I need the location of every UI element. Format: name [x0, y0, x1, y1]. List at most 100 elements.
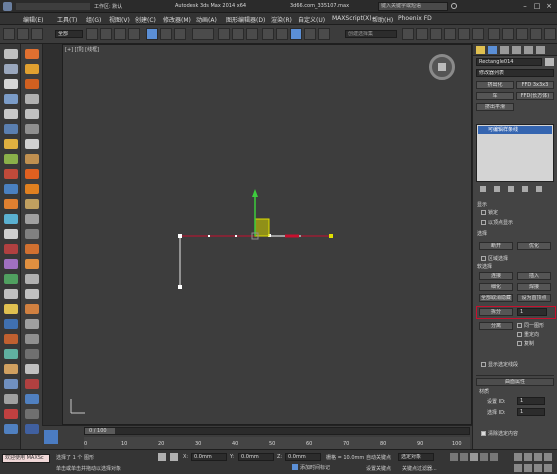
- spline-shape-svg[interactable]: [63, 45, 473, 426]
- tool-icon[interactable]: [25, 109, 39, 119]
- key-mode-dropdown[interactable]: 选定对象: [398, 453, 434, 461]
- rotate-icon[interactable]: [160, 28, 172, 40]
- redo-icon[interactable]: [17, 28, 29, 40]
- menu-item[interactable]: 编辑(E): [23, 15, 43, 24]
- rendered-frame-icon[interactable]: [516, 28, 528, 40]
- tool-icon[interactable]: [4, 154, 18, 164]
- tool-icon[interactable]: [25, 214, 39, 224]
- modifier-button[interactable]: FFD(长方体): [516, 92, 554, 100]
- tool-icon[interactable]: [4, 379, 18, 389]
- edit-button[interactable]: 设为首顶点: [517, 294, 551, 302]
- ref-coord-icon[interactable]: [192, 28, 214, 40]
- workspace-selector[interactable]: 工作区: 默认: [94, 3, 122, 10]
- menu-item[interactable]: 帮助(H): [372, 15, 393, 24]
- render-iterative-icon[interactable]: [544, 28, 556, 40]
- tool-icon[interactable]: [4, 229, 18, 239]
- selection-filter-dropdown[interactable]: 全部: [55, 30, 83, 38]
- tool-icon[interactable]: [25, 229, 39, 239]
- modifier-button[interactable]: 车: [476, 92, 514, 100]
- show-end-result-icon[interactable]: [494, 186, 500, 192]
- tool-icon[interactable]: [4, 244, 18, 254]
- utilities-tab-icon[interactable]: [536, 46, 545, 54]
- hierarchy-tab-icon[interactable]: [500, 46, 509, 54]
- menu-item[interactable]: 创建(C): [135, 15, 156, 24]
- edit-button[interactable]: 断开: [479, 242, 513, 250]
- modifier-button[interactable]: FFD 3x3x3: [516, 81, 554, 89]
- tool-icon[interactable]: [25, 259, 39, 269]
- edit-button[interactable]: 焊接: [517, 283, 551, 291]
- pan-icon[interactable]: [524, 464, 532, 472]
- tool-icon[interactable]: [25, 364, 39, 374]
- undo-icon[interactable]: [3, 28, 15, 40]
- tool-icon[interactable]: [4, 139, 18, 149]
- menu-item[interactable]: 渲染(R): [271, 15, 292, 24]
- scale-icon[interactable]: [174, 28, 186, 40]
- tool-icon[interactable]: [25, 169, 39, 179]
- surface-properties-rollout[interactable]: 曲面属性: [476, 378, 554, 386]
- checkbox[interactable]: [481, 362, 486, 367]
- window-crossing-icon[interactable]: [128, 28, 140, 40]
- edit-button[interactable]: 连接: [479, 272, 513, 280]
- tool-icon[interactable]: [25, 49, 39, 59]
- orbit-icon[interactable]: [534, 464, 542, 472]
- align-icon[interactable]: [416, 28, 428, 40]
- next-frame-icon[interactable]: [480, 453, 488, 461]
- track-bar[interactable]: 0 10 20 30 40 50 60 70 80 90 100: [84, 437, 470, 449]
- checkbox[interactable]: [481, 210, 486, 215]
- zoom-icon[interactable]: [514, 453, 522, 461]
- maxscript-listener[interactable]: 欢迎使用 MAXSc: [2, 454, 50, 463]
- checkbox[interactable]: [517, 341, 522, 346]
- move-icon[interactable]: [146, 28, 158, 40]
- snap-toggle-icon[interactable]: [262, 28, 274, 40]
- checkbox[interactable]: [481, 220, 486, 225]
- menu-item[interactable]: 自定义(U): [298, 15, 325, 24]
- spinner-snap-icon[interactable]: [304, 28, 316, 40]
- go-to-end-icon[interactable]: [490, 453, 498, 461]
- close-icon[interactable]: ×: [544, 2, 554, 10]
- tool-icon[interactable]: [4, 349, 18, 359]
- layer-manager-icon[interactable]: [430, 28, 442, 40]
- auto-key-button[interactable]: 自动关键点: [366, 454, 391, 461]
- menu-item[interactable]: 修改器(M): [163, 15, 191, 24]
- select-by-name-icon[interactable]: [100, 28, 112, 40]
- create-tab-icon[interactable]: [476, 46, 485, 54]
- render-icon[interactable]: [530, 28, 542, 40]
- percent-snap-icon[interactable]: [290, 28, 302, 40]
- tool-icon[interactable]: [25, 349, 39, 359]
- tool-icon[interactable]: [25, 79, 39, 89]
- tool-icon[interactable]: [25, 64, 39, 74]
- tool-icon[interactable]: [4, 424, 18, 434]
- previous-frame-icon[interactable]: [460, 453, 468, 461]
- tool-icon[interactable]: [25, 394, 39, 404]
- tool-icon[interactable]: [25, 94, 39, 104]
- tool-icon[interactable]: [4, 214, 18, 224]
- tool-icon[interactable]: [25, 289, 39, 299]
- divide-spinner[interactable]: 1: [517, 308, 547, 316]
- select-object-icon[interactable]: [86, 28, 98, 40]
- add-time-tag[interactable]: 添加时间标记: [300, 464, 330, 471]
- render-setup-icon[interactable]: [502, 28, 514, 40]
- menu-item[interactable]: MAXScript(X): [332, 15, 372, 22]
- tool-icon[interactable]: [4, 124, 18, 134]
- tool-icon[interactable]: [4, 184, 18, 194]
- pin-stack-icon[interactable]: [480, 186, 486, 192]
- lock-selection-icon[interactable]: [158, 453, 166, 461]
- tool-icon[interactable]: [25, 379, 39, 389]
- select-id-spinner[interactable]: 1: [517, 408, 545, 416]
- app-logo-icon[interactable]: [3, 2, 12, 11]
- checkbox[interactable]: [481, 256, 486, 261]
- tool-icon[interactable]: [4, 259, 18, 269]
- tool-icon[interactable]: [4, 274, 18, 284]
- tool-icon[interactable]: [25, 124, 39, 134]
- menu-item[interactable]: Phoenix FD: [398, 15, 432, 22]
- tool-icon[interactable]: [25, 409, 39, 419]
- edit-button[interactable]: 插入: [517, 272, 551, 280]
- viewport-layout-icon[interactable]: [44, 430, 58, 444]
- maximize-viewport-icon[interactable]: [544, 464, 552, 472]
- schematic-view-icon[interactable]: [472, 28, 484, 40]
- modifier-button[interactable]: 挤出平滑: [476, 103, 514, 111]
- divide-button[interactable]: 拆分: [479, 308, 513, 316]
- tool-icon[interactable]: [4, 304, 18, 314]
- object-name-field[interactable]: Rectangle014: [476, 58, 542, 66]
- menu-item[interactable]: 图形编辑器(D): [226, 15, 265, 24]
